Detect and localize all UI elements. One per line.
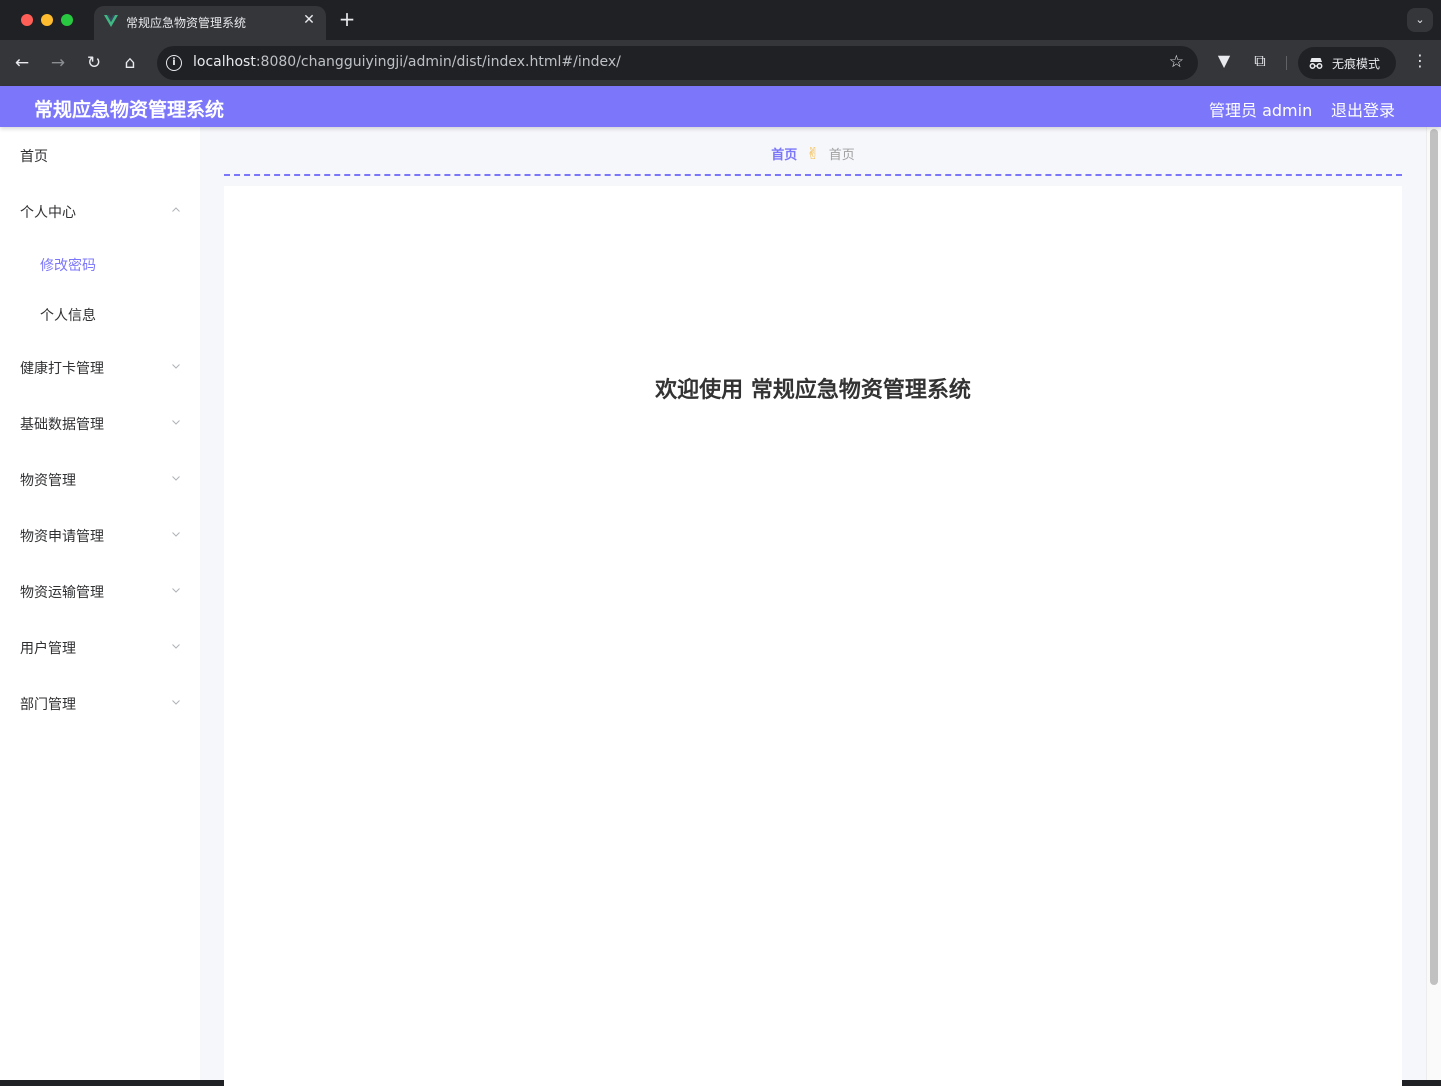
sidebar-item-label: 物资运输管理 bbox=[20, 585, 104, 601]
incognito-indicator[interactable]: 无痕模式 bbox=[1298, 47, 1396, 79]
address-bar[interactable]: i localhost:8080/changguiyingji/admin/di… bbox=[157, 46, 1198, 80]
new-tab-button[interactable]: + bbox=[337, 9, 357, 29]
chevron-down-icon bbox=[172, 420, 180, 425]
sidebar-subitem-personal-info[interactable]: 个人信息 bbox=[0, 289, 200, 339]
incognito-icon bbox=[1309, 58, 1323, 69]
sidebar-item-personal-center[interactable]: 个人中心 bbox=[0, 183, 200, 239]
browser-tab[interactable]: 常规应急物资管理系统 ✕ bbox=[94, 6, 326, 40]
breadcrumb: 首页 ✌ 首页 bbox=[200, 144, 1426, 166]
chevron-down-icon bbox=[172, 364, 180, 369]
chevron-down-icon bbox=[172, 588, 180, 593]
sidebar-item-home[interactable]: 首页 bbox=[0, 127, 200, 183]
sidebar-item-base-data[interactable]: 基础数据管理 bbox=[0, 395, 200, 451]
sidebar-item-users[interactable]: 用户管理 bbox=[0, 619, 200, 675]
window-minimize-button[interactable] bbox=[41, 14, 53, 26]
browser-tab-bar: 常规应急物资管理系统 ✕ + ⌄ bbox=[0, 0, 1441, 40]
sidebar-item-material-transport[interactable]: 物资运输管理 bbox=[0, 563, 200, 619]
chevron-down-icon bbox=[172, 644, 180, 649]
breadcrumb-current: 首页 bbox=[828, 148, 855, 163]
scrollbar-thumb[interactable] bbox=[1430, 129, 1438, 985]
chevron-down-icon bbox=[172, 700, 180, 705]
forward-arrow-icon[interactable]: → bbox=[47, 52, 69, 74]
sidebar-item-health-checkin[interactable]: 健康打卡管理 bbox=[0, 339, 200, 395]
sidebar-item-materials[interactable]: 物资管理 bbox=[0, 451, 200, 507]
victory-hand-icon: ✌ bbox=[806, 144, 820, 163]
reload-icon[interactable]: ↻ bbox=[83, 52, 105, 74]
sidebar-item-label: 物资申请管理 bbox=[20, 529, 104, 545]
sidebar-subitem-label: 修改密码 bbox=[40, 258, 96, 274]
sidebar-menu: 首页 个人中心 修改密码 个人信息 健康打卡管理 基础数据管理 物资管理 物资申… bbox=[0, 127, 200, 1080]
chevron-down-icon bbox=[172, 476, 180, 481]
sidebar-item-departments[interactable]: 部门管理 bbox=[0, 675, 200, 731]
vue-devtools-extension-icon[interactable]: ▼ bbox=[1212, 51, 1236, 70]
bookmark-star-icon[interactable]: ☆ bbox=[1169, 52, 1184, 72]
url-text[interactable]: localhost:8080/changguiyingji/admin/dist… bbox=[193, 54, 621, 70]
welcome-message: 欢迎使用 常规应急物资管理系统 bbox=[655, 378, 971, 403]
window-close-button[interactable] bbox=[21, 14, 33, 26]
main-content: 首页 ✌ 首页 欢迎使用 常规应急物资管理系统 bbox=[200, 127, 1426, 1086]
sidebar-item-label: 个人中心 bbox=[20, 205, 76, 221]
back-arrow-icon[interactable]: ← bbox=[11, 52, 33, 74]
app-header: 常规应急物资管理系统 管理员 admin 退出登录 bbox=[0, 86, 1441, 127]
sidebar-subitem-change-password[interactable]: 修改密码 bbox=[0, 239, 200, 289]
breadcrumb-home-link[interactable]: 首页 bbox=[771, 148, 797, 163]
window-zoom-button[interactable] bbox=[61, 14, 73, 26]
site-info-icon[interactable]: i bbox=[166, 55, 182, 71]
toolbar-divider bbox=[1286, 56, 1287, 70]
tab-search-chevron-icon[interactable]: ⌄ bbox=[1407, 8, 1433, 32]
sidebar-item-label: 首页 bbox=[20, 149, 48, 165]
browser-menu-icon[interactable]: ⋮ bbox=[1410, 51, 1430, 70]
tab-title: 常规应急物资管理系统 bbox=[126, 16, 247, 30]
tab-close-icon[interactable]: ✕ bbox=[300, 11, 318, 29]
page-scrollbar[interactable] bbox=[1426, 127, 1441, 1080]
incognito-label: 无痕模式 bbox=[1332, 57, 1381, 71]
chevron-down-icon bbox=[172, 532, 180, 537]
sidebar-item-label: 用户管理 bbox=[20, 641, 76, 657]
sidebar-item-label: 健康打卡管理 bbox=[20, 361, 104, 377]
sidebar-item-label: 物资管理 bbox=[20, 473, 76, 489]
logout-button[interactable]: 退出登录 bbox=[1331, 97, 1395, 121]
extensions-puzzle-icon[interactable]: ⧉ bbox=[1248, 51, 1272, 71]
welcome-panel: 欢迎使用 常规应急物资管理系统 bbox=[224, 186, 1402, 1086]
app-root: 常规应急物资管理系统 管理员 admin 退出登录 首页 个人中心 修改密码 个… bbox=[0, 86, 1441, 1086]
sidebar-subitem-label: 个人信息 bbox=[40, 308, 96, 324]
vue-logo-icon bbox=[104, 15, 118, 27]
browser-toolbar: ← → ↻ ⌂ i localhost:8080/changguiyingji/… bbox=[0, 40, 1441, 86]
sidebar-item-label: 基础数据管理 bbox=[20, 417, 104, 433]
app-title: 常规应急物资管理系统 bbox=[34, 99, 225, 121]
current-user: 管理员 admin bbox=[1209, 101, 1313, 120]
breadcrumb-divider bbox=[224, 174, 1402, 176]
sidebar-item-label: 部门管理 bbox=[20, 697, 76, 713]
chevron-up-icon bbox=[172, 207, 180, 212]
sidebar-item-material-requests[interactable]: 物资申请管理 bbox=[0, 507, 200, 563]
home-icon[interactable]: ⌂ bbox=[119, 52, 141, 74]
